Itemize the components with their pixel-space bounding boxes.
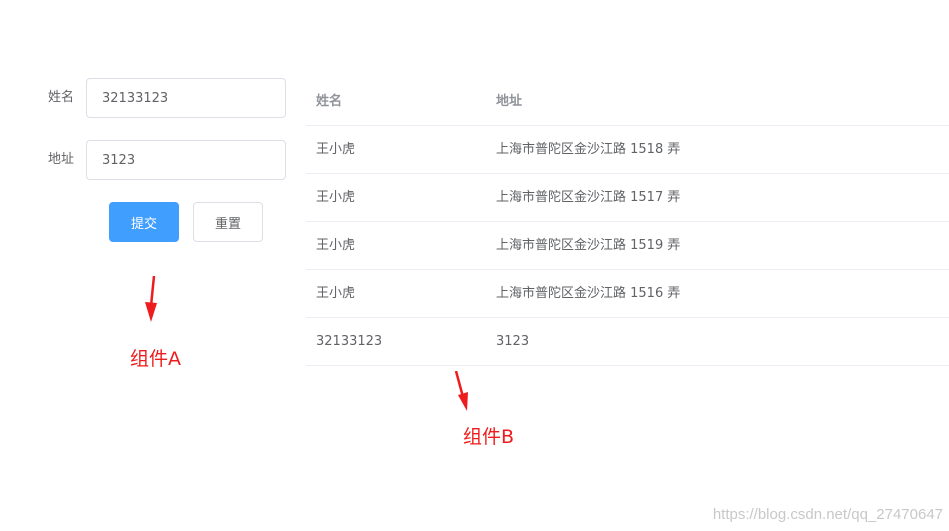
address-input[interactable] — [86, 140, 286, 180]
table-cell-name: 32133123 — [316, 334, 383, 349]
arrow-down-icon — [454, 371, 468, 411]
table-cell-name: 王小虎 — [316, 286, 356, 301]
table-cell-name: 王小虎 — [316, 190, 356, 205]
data-table: 姓名 地址 王小虎 上海市普陀区金沙江路 1518 弄 王小虎 上海市普陀区金沙… — [306, 78, 949, 366]
table-row: 王小虎 上海市普陀区金沙江路 1518 弄 — [306, 126, 949, 174]
table-header-address: 地址 — [496, 94, 523, 109]
table-cell-address: 3123 — [496, 334, 530, 349]
submit-button[interactable]: 提交 — [109, 202, 179, 242]
table-cell-address: 上海市普陀区金沙江路 1519 弄 — [496, 238, 681, 253]
table-row: 王小虎 上海市普陀区金沙江路 1516 弄 — [306, 270, 949, 318]
reset-button[interactable]: 重置 — [193, 202, 263, 242]
name-input[interactable] — [86, 78, 286, 118]
table-row: 王小虎 上海市普陀区金沙江路 1517 弄 — [306, 174, 949, 222]
component-a-label: 组件A — [130, 348, 181, 370]
table-cell-name: 王小虎 — [316, 142, 356, 157]
address-label: 地址 — [47, 152, 74, 167]
page: 姓名 地址 提交 重置 姓名 地址 王小虎 上海市普陀区金沙江路 1518 弄 … — [0, 0, 949, 531]
table-header-row: 姓名 地址 — [306, 78, 949, 126]
table-cell-address: 上海市普陀区金沙江路 1517 弄 — [496, 190, 681, 205]
table-cell-name: 王小虎 — [316, 238, 356, 253]
table-cell-address: 上海市普陀区金沙江路 1518 弄 — [496, 142, 681, 157]
table-row: 32133123 3123 — [306, 318, 949, 366]
table-header-name: 姓名 — [316, 94, 343, 109]
watermark: https://blog.csdn.net/qq_27470647 — [712, 506, 943, 523]
table-cell-address: 上海市普陀区金沙江路 1516 弄 — [496, 286, 681, 301]
name-label: 姓名 — [47, 90, 74, 105]
component-b-label: 组件B — [463, 426, 515, 448]
arrow-down-icon — [145, 276, 157, 322]
table-row: 王小虎 上海市普陀区金沙江路 1519 弄 — [306, 222, 949, 270]
